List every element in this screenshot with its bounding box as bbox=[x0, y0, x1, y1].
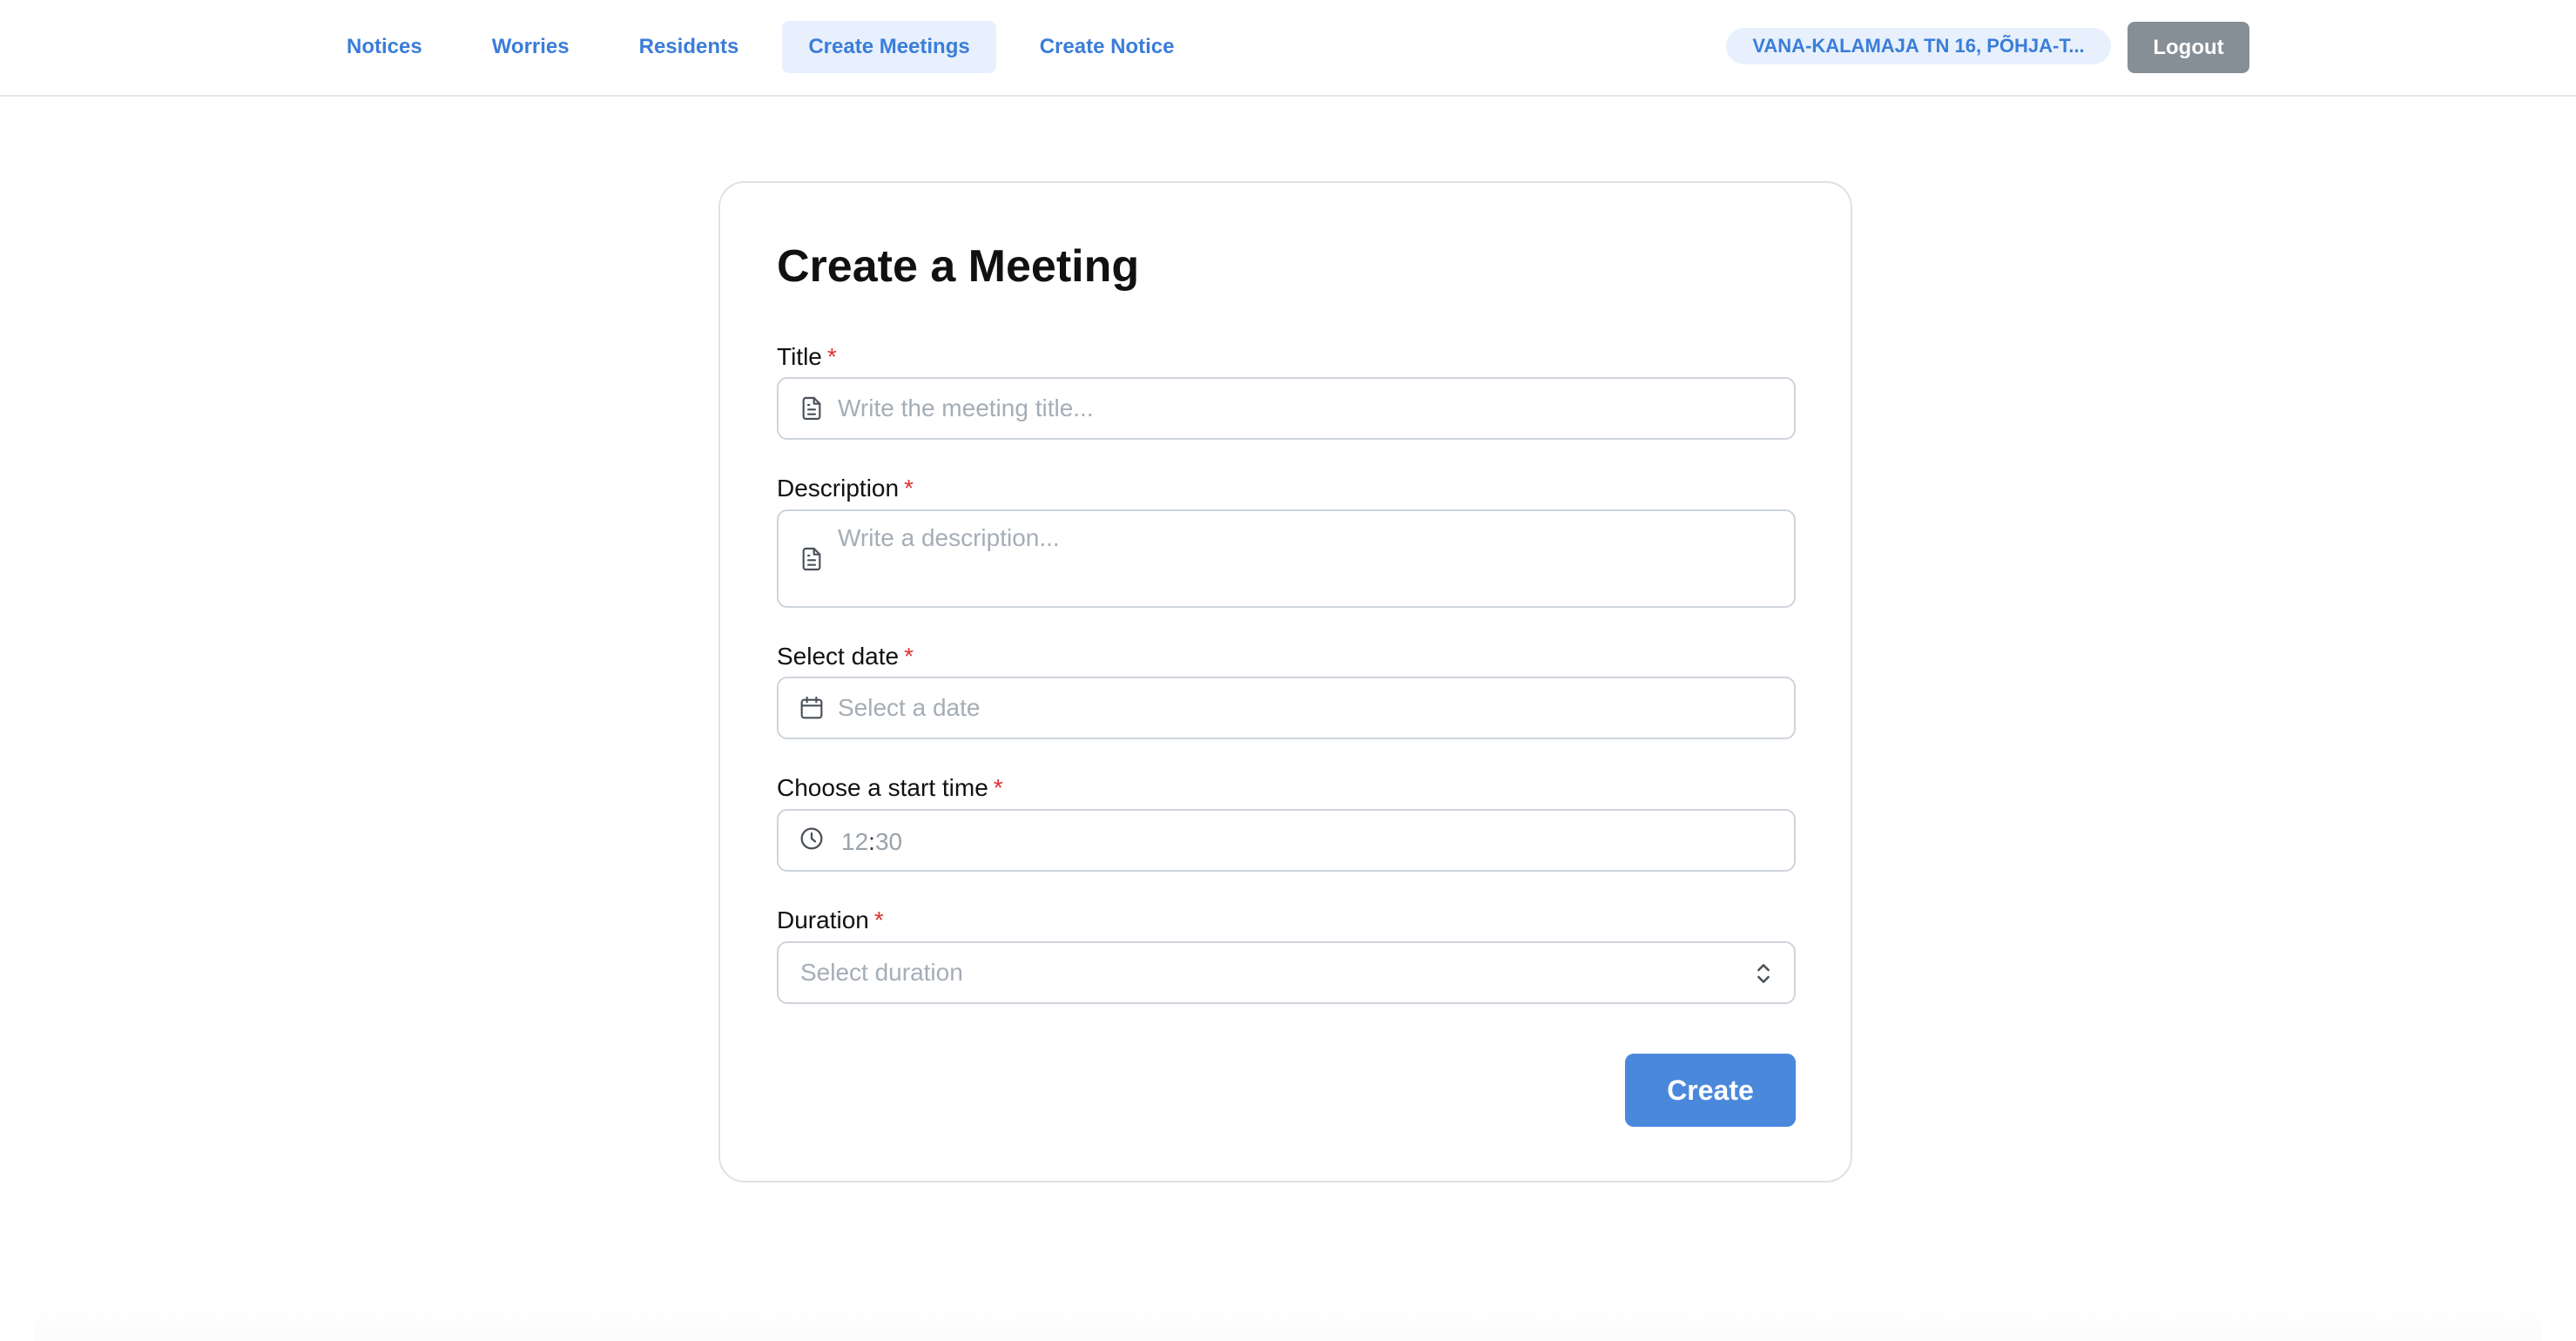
required-mark: * bbox=[904, 475, 914, 502]
required-mark: * bbox=[904, 643, 914, 670]
title-placeholder: Write the meeting title... bbox=[838, 394, 1094, 421]
nav-item-label: Worries bbox=[491, 35, 570, 58]
nav-item-notices[interactable]: Notices bbox=[320, 21, 448, 73]
duration-placeholder: Select duration bbox=[800, 959, 963, 986]
create-button-label: Create bbox=[1667, 1074, 1754, 1106]
clock-icon bbox=[800, 827, 823, 850]
top-navbar: Notices Worries Residents Create Meeting… bbox=[0, 0, 2576, 97]
start-time-minutes[interactable]: 30 bbox=[875, 828, 902, 855]
start-time-value: 12:30 bbox=[841, 828, 902, 856]
duration-label: Duration * bbox=[777, 906, 884, 933]
duration-select[interactable]: Select duration bbox=[777, 941, 1796, 1004]
document-icon bbox=[802, 547, 821, 571]
time-separator: : bbox=[868, 828, 875, 855]
start-time-input[interactable]: 12:30 bbox=[777, 809, 1796, 872]
nav-item-label: Residents bbox=[638, 35, 739, 58]
description-textarea[interactable]: Write a description... bbox=[777, 509, 1796, 608]
title-input[interactable]: Write the meeting title... bbox=[777, 377, 1796, 440]
required-mark: * bbox=[873, 906, 884, 933]
create-meeting-card: Create a Meeting Title * Write the meetin… bbox=[718, 181, 1852, 1183]
calendar-icon bbox=[800, 696, 823, 719]
page-bottom-shadow bbox=[35, 1306, 2541, 1341]
description-placeholder: Write a description... bbox=[838, 524, 1060, 551]
address-badge: VANA-KALAMAJA TN 16, PÕHJA-T... bbox=[1726, 28, 2111, 64]
nav-item-create-notice[interactable]: Create Notice bbox=[1014, 21, 1201, 73]
main-nav: Notices Worries Residents Create Meeting… bbox=[320, 21, 1217, 73]
address-text: VANA-KALAMAJA TN 16, PÕHJA-T... bbox=[1752, 35, 2085, 57]
nav-item-create-meetings[interactable]: Create Meetings bbox=[782, 21, 996, 73]
page-title: Create a Meeting bbox=[777, 241, 1140, 292]
nav-item-worries[interactable]: Worries bbox=[466, 21, 596, 73]
nav-item-label: Notices bbox=[347, 35, 422, 58]
date-label: Select date * bbox=[777, 643, 914, 670]
required-mark: * bbox=[993, 774, 1003, 801]
chevron-up-down-icon bbox=[1757, 964, 1770, 983]
document-icon bbox=[802, 396, 821, 421]
start-time-label: Choose a start time * bbox=[777, 774, 1003, 801]
nav-item-label: Create Notice bbox=[1039, 35, 1175, 58]
logout-button[interactable]: Logout bbox=[2128, 22, 2249, 73]
description-label: Description * bbox=[777, 475, 914, 502]
nav-item-label: Create Meetings bbox=[808, 35, 970, 58]
create-button[interactable]: Create bbox=[1625, 1054, 1796, 1127]
date-picker-input[interactable]: Select a date bbox=[777, 677, 1796, 739]
logout-label: Logout bbox=[2153, 35, 2224, 59]
nav-item-residents[interactable]: Residents bbox=[613, 21, 765, 73]
required-mark: * bbox=[826, 343, 837, 370]
title-label: Title * bbox=[777, 343, 837, 370]
start-time-hours[interactable]: 12 bbox=[841, 828, 868, 855]
date-placeholder: Select a date bbox=[838, 694, 981, 721]
